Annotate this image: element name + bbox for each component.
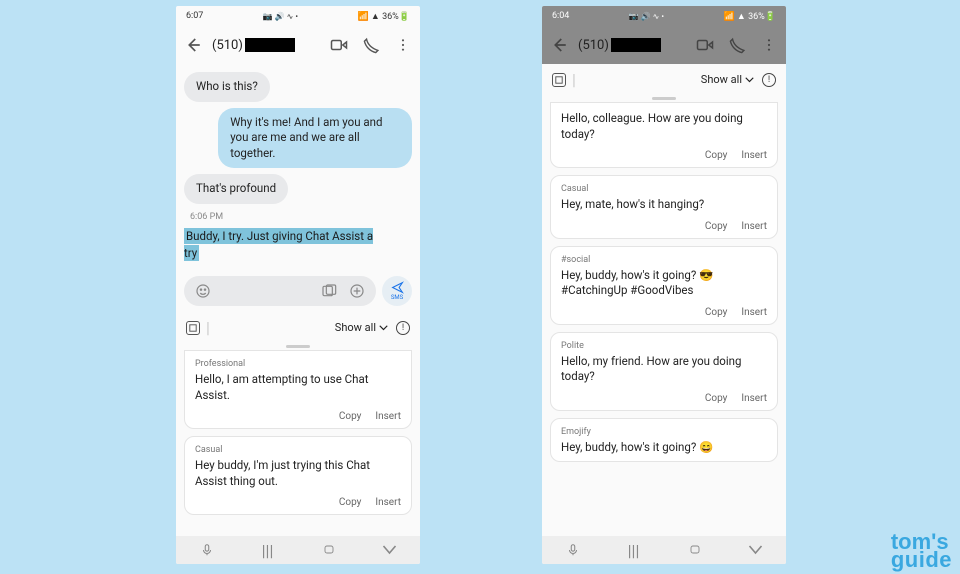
copy-button[interactable]: Copy — [705, 307, 728, 318]
conversation-header: (510) — [176, 26, 420, 64]
add-icon[interactable] — [348, 282, 366, 300]
contact-title[interactable]: (510) — [212, 38, 320, 53]
message-outgoing[interactable]: Why it's me! And I am you and you are me… — [218, 108, 412, 169]
nav-home-icon[interactable] — [319, 542, 339, 558]
suggestion-card: Casual Hey buddy, I'm just trying this C… — [184, 436, 412, 515]
insert-button[interactable]: Insert — [741, 393, 767, 404]
assist-chip-icon[interactable] — [552, 73, 566, 87]
video-call-icon[interactable] — [330, 36, 348, 54]
video-call-icon[interactable] — [696, 36, 714, 54]
nav-home-icon[interactable] — [685, 542, 705, 558]
suggestion-card: Emojify Hey, buddy, how's it going? 😄 — [550, 418, 778, 463]
status-bar: 6:04 📷 🔊 ∿ • 📶 ▲ 36%🔋 — [542, 6, 786, 26]
card-text: Hello, my friend. How are you doing toda… — [561, 354, 767, 385]
card-text: Hello, I am attempting to use Chat Assis… — [195, 372, 401, 403]
nav-mic-icon[interactable] — [197, 542, 217, 558]
nav-back-icon[interactable] — [746, 542, 766, 558]
divider: | — [572, 70, 576, 89]
card-label: Polite — [561, 341, 767, 351]
card-label: Casual — [195, 445, 401, 455]
system-navbar: ||| — [176, 536, 420, 564]
redacted-number — [245, 38, 295, 52]
insert-button[interactable]: Insert — [375, 497, 401, 508]
status-right: 📶 ▲ 36%🔋 — [357, 11, 410, 22]
assist-body: | Show all ! Hello, colleague. How are y… — [542, 64, 786, 536]
status-bar: 6:07 📷 🔊 ∿ • 📶 ▲ 36%🔋 — [176, 6, 420, 26]
timestamp: 6:06 PM — [184, 212, 412, 222]
status-icons-left: 📷 🔊 ∿ • — [629, 12, 664, 21]
compose-row: SMS — [176, 270, 420, 312]
divider: | — [206, 318, 210, 337]
chat-body: Who is this? Why it's me! And I am you a… — [176, 64, 420, 536]
redacted-number — [611, 38, 661, 52]
status-icons-left: 📷 🔊 ∿ • — [263, 12, 298, 21]
status-time: 6:04 — [552, 11, 569, 21]
card-text: Hey, buddy, how's it going? 😎 #CatchingU… — [561, 268, 767, 299]
copy-button[interactable]: Copy — [339, 411, 362, 422]
chevron-down-icon — [745, 77, 754, 83]
phone-left: 6:07 📷 🔊 ∿ • 📶 ▲ 36%🔋 (510) Who is this? — [176, 6, 420, 564]
card-text: Hey buddy, I'm just trying this Chat Ass… — [195, 458, 401, 489]
card-label: Emojify — [561, 427, 767, 437]
card-text: Hey, buddy, how's it going? 😄 — [561, 440, 767, 456]
show-all-toggle[interactable]: Show all — [335, 321, 388, 334]
suggestion-card: Polite Hello, my friend. How are you doi… — [550, 332, 778, 411]
suggestion-card: Hello, colleague. How are you doing toda… — [550, 102, 778, 168]
gallery-icon[interactable] — [320, 282, 338, 300]
card-label: #social — [561, 255, 767, 265]
send-button[interactable]: SMS — [382, 276, 412, 306]
back-icon[interactable] — [184, 36, 202, 54]
copy-button[interactable]: Copy — [339, 497, 362, 508]
info-icon[interactable]: ! — [762, 73, 776, 87]
insert-button[interactable]: Insert — [375, 411, 401, 422]
back-icon[interactable] — [550, 36, 568, 54]
info-icon[interactable]: ! — [396, 321, 410, 335]
copy-button[interactable]: Copy — [705, 150, 728, 161]
suggestion-card: #social Hey, buddy, how's it going? 😎 #C… — [550, 246, 778, 325]
more-icon[interactable] — [760, 36, 778, 54]
drag-handle[interactable] — [652, 97, 676, 100]
contact-title[interactable]: (510) — [578, 38, 686, 53]
show-all-toggle[interactable]: Show all — [701, 73, 754, 86]
assist-panel-header: | Show all ! — [176, 312, 420, 343]
nav-mic-icon[interactable] — [563, 542, 583, 558]
assist-chip-icon[interactable] — [186, 321, 200, 335]
card-label: Professional — [195, 359, 401, 369]
drag-handle[interactable] — [286, 345, 310, 348]
copy-button[interactable]: Copy — [705, 221, 728, 232]
insert-button[interactable]: Insert — [741, 307, 767, 318]
more-icon[interactable] — [394, 36, 412, 54]
phone-call-icon[interactable] — [362, 36, 380, 54]
phone-call-icon[interactable] — [728, 36, 746, 54]
draft-message[interactable]: Buddy, I try. Just giving Chat Assist a … — [184, 228, 378, 263]
message-list: Who is this? Why it's me! And I am you a… — [176, 64, 420, 270]
nav-recents-icon[interactable]: ||| — [624, 542, 644, 558]
card-text: Hello, colleague. How are you doing toda… — [561, 111, 767, 142]
phone-right: 6:04 📷 🔊 ∿ • 📶 ▲ 36%🔋 (510) — [542, 6, 786, 564]
card-label: Casual — [561, 184, 767, 194]
insert-button[interactable]: Insert — [741, 150, 767, 161]
watermark-logo: tom's guide — [891, 533, 952, 570]
assist-panel-header: | Show all ! — [542, 64, 786, 95]
status-time: 6:07 — [186, 11, 203, 21]
suggestions-list: Hello, colleague. How are you doing toda… — [542, 102, 786, 536]
copy-button[interactable]: Copy — [705, 393, 728, 404]
suggestion-card: Professional Hello, I am attempting to u… — [184, 350, 412, 429]
message-incoming[interactable]: That's profound — [184, 174, 288, 204]
emoji-icon[interactable] — [194, 282, 212, 300]
nav-recents-icon[interactable]: ||| — [258, 542, 278, 558]
suggestion-card: Casual Hey, mate, how's it hanging? Copy… — [550, 175, 778, 239]
compose-input[interactable] — [184, 276, 376, 306]
message-incoming[interactable]: Who is this? — [184, 72, 270, 102]
chevron-down-icon — [379, 325, 388, 331]
suggestions-list: Professional Hello, I am attempting to u… — [176, 350, 420, 536]
card-text: Hey, mate, how's it hanging? — [561, 197, 767, 213]
insert-button[interactable]: Insert — [741, 221, 767, 232]
status-right: 📶 ▲ 36%🔋 — [723, 11, 776, 22]
system-navbar: ||| — [542, 536, 786, 564]
conversation-header: (510) — [542, 26, 786, 64]
nav-back-icon[interactable] — [380, 542, 400, 558]
